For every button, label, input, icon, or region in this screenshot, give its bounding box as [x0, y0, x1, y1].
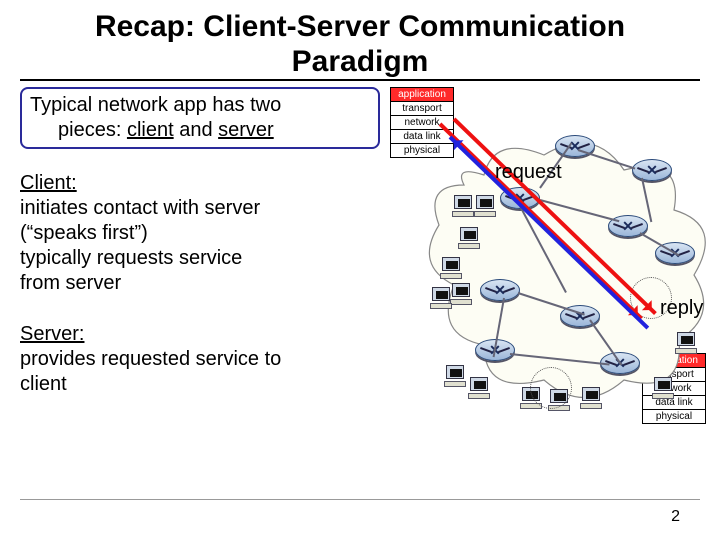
diagram-area: application transport network data link … — [380, 87, 700, 423]
client-header: Client: — [20, 172, 77, 194]
host-icon — [673, 332, 699, 356]
server-l1: provides requested service to — [20, 348, 281, 370]
wireless-ring-icon — [530, 367, 572, 409]
intro-and-word: and — [174, 119, 218, 141]
server-section: Server: provides requested service to cl… — [20, 322, 380, 397]
footer-rule — [20, 499, 700, 500]
left-column: Typical network app has two pieces: clie… — [20, 87, 380, 423]
slide-content: Typical network app has two pieces: clie… — [0, 87, 720, 423]
client-l2: (“speaks first”) — [20, 222, 148, 244]
intro-client-word: client — [127, 119, 174, 141]
host-icon — [650, 377, 676, 401]
host-icon — [578, 387, 604, 411]
router-icon: ✕ — [480, 279, 520, 301]
stack-layer-transport: transport — [391, 102, 453, 116]
slide-title: Recap: Client-Server Communication Parad… — [20, 0, 700, 81]
host-icon — [466, 377, 492, 401]
stack-layer-physical: physical — [643, 410, 705, 423]
page-number: 2 — [671, 508, 680, 526]
intro-server-word: server — [218, 119, 274, 141]
host-icon — [428, 287, 454, 311]
request-label: request — [495, 161, 562, 184]
intro-line1: Typical network app has two — [30, 94, 281, 116]
client-l4: from server — [20, 272, 121, 294]
host-icon — [442, 365, 468, 389]
host-icon — [472, 195, 498, 219]
server-l2: client — [20, 373, 67, 395]
server-header: Server: — [20, 323, 84, 345]
host-icon — [438, 257, 464, 281]
client-l3: typically requests service — [20, 247, 242, 269]
reply-label: reply — [660, 297, 703, 320]
host-icon — [456, 227, 482, 251]
intro-box: Typical network app has two pieces: clie… — [20, 87, 380, 149]
client-l1: initiates contact with server — [20, 197, 260, 219]
router-icon: ✕ — [632, 159, 672, 181]
intro-line2-pre: pieces: — [58, 119, 127, 141]
client-section: Client: initiates contact with server (“… — [20, 171, 380, 296]
stack-layer-application: application — [391, 88, 453, 102]
